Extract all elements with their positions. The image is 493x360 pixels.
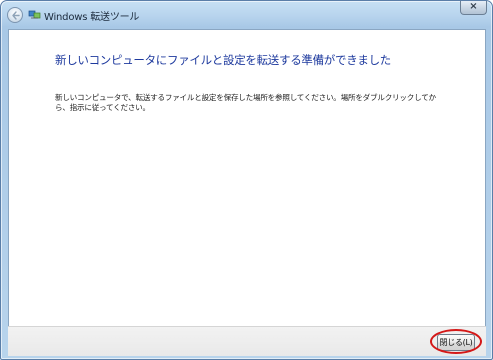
close-icon: × [469, 1, 478, 12]
instruction-text: 新しいコンピュータで、転送するファイルと設定を保存した場所を参照してください。場… [55, 93, 436, 112]
window-title: Windows 転送ツール [44, 12, 140, 23]
app-window: Windows 転送ツール × 新しいコンピュータにファイルと設定を転送する準備… [0, 0, 493, 360]
title-bar: Windows 転送ツール × [1, 1, 492, 29]
footer-bar: 閉じる(L) [8, 326, 486, 356]
page-title: 新しいコンピュータにファイルと設定を転送する準備ができました [55, 53, 391, 67]
window-close-button[interactable]: × [460, 1, 487, 15]
back-arrow-icon [12, 11, 20, 20]
back-button[interactable] [7, 7, 23, 23]
content-panel: 新しいコンピュータにファイルと設定を転送する準備ができました 新しいコンピュータ… [8, 29, 486, 327]
transfer-icon [28, 10, 41, 19]
close-button[interactable]: 閉じる(L) [437, 334, 475, 351]
